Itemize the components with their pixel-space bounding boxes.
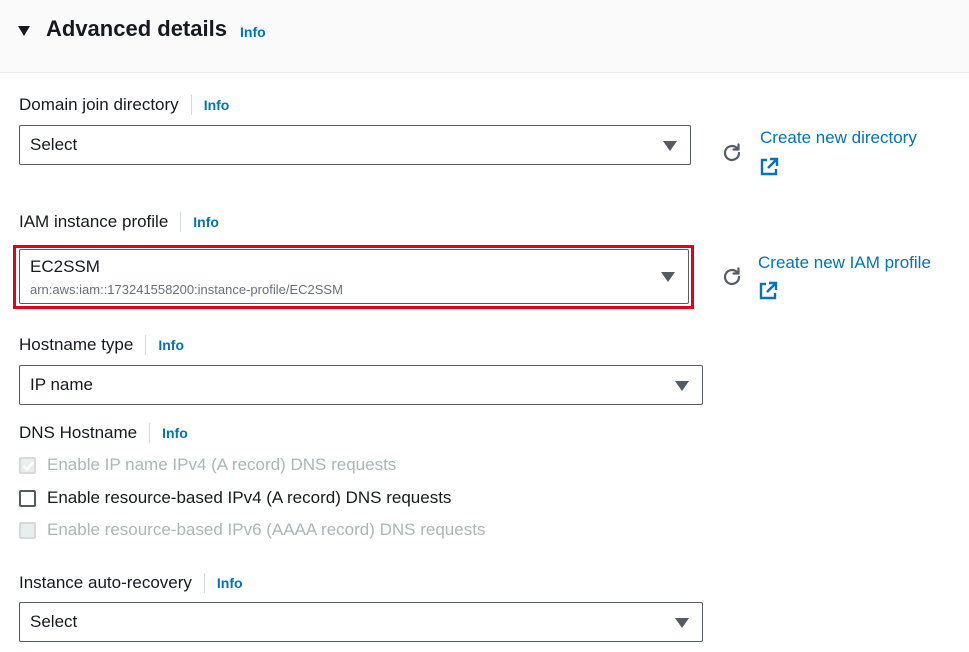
hostname-type-label: Hostname type Info [19, 335, 184, 355]
checkmark-icon [22, 460, 35, 471]
dropdown-arrow-icon [661, 272, 675, 282]
iam-profile-select[interactable]: EC2SSM arn:aws:iam::173241558200:instanc… [19, 249, 689, 304]
external-link-icon[interactable] [759, 157, 779, 177]
divider [203, 573, 205, 593]
divider [190, 95, 192, 115]
auto-recovery-label: Instance auto-recovery Info [19, 573, 243, 593]
iam-profile-label-text: IAM instance profile [19, 212, 169, 231]
create-iam-profile-link[interactable]: Create new IAM profile [758, 253, 931, 273]
checkbox-resource-ipv4[interactable]: Enable resource-based IPv4 (A record) DN… [19, 488, 451, 508]
divider [149, 423, 151, 443]
auto-recovery-value: Select [30, 612, 78, 631]
header-info-link[interactable]: Info [240, 24, 266, 40]
iam-profile-label: IAM instance profile Info [19, 212, 219, 232]
checkbox-label: Enable IP name IPv4 (A record) DNS reque… [47, 455, 397, 474]
checkbox-label: Enable resource-based IPv6 (AAAA record)… [47, 520, 486, 539]
section-title: Advanced details [46, 16, 227, 41]
hostname-type-select[interactable]: IP name [19, 365, 703, 405]
external-link-icon[interactable] [758, 281, 778, 301]
hostname-type-label-text: Hostname type [19, 335, 134, 354]
checkbox-unchecked[interactable] [19, 489, 36, 507]
iam-profile-value: EC2SSM [30, 257, 100, 276]
refresh-icon[interactable] [720, 141, 744, 165]
domain-join-label-text: Domain join directory [19, 95, 179, 114]
dropdown-arrow-icon [675, 381, 689, 391]
iam-profile-arn: arn:aws:iam::173241558200:instance-profi… [30, 282, 343, 297]
hostname-type-value: IP name [30, 375, 94, 394]
checkbox-disabled[interactable] [19, 521, 36, 539]
dns-hostname-label-text: DNS Hostname [19, 423, 138, 442]
domain-join-label: Domain join directory Info [19, 95, 229, 115]
dns-hostname-label: DNS Hostname Info [19, 423, 188, 443]
domain-join-select[interactable]: Select [19, 125, 691, 165]
auto-recovery-select[interactable]: Select [19, 602, 703, 642]
caret-down-icon[interactable] [18, 26, 30, 36]
divider [145, 335, 147, 355]
advanced-details-header[interactable]: Advanced details Info [0, 0, 969, 73]
refresh-icon[interactable] [720, 265, 744, 289]
checkbox-resource-ipv6[interactable]: Enable resource-based IPv6 (AAAA record)… [19, 520, 485, 540]
dns-hostname-info-link[interactable]: Info [162, 425, 188, 441]
divider [180, 212, 182, 232]
dropdown-arrow-icon [675, 618, 689, 628]
hostname-type-info-link[interactable]: Info [158, 337, 184, 353]
create-directory-link[interactable]: Create new directory [760, 128, 917, 148]
checkbox-ip-name-ipv4[interactable]: Enable IP name IPv4 (A record) DNS reque… [19, 455, 396, 475]
iam-profile-info-link[interactable]: Info [193, 214, 219, 230]
dropdown-arrow-icon [663, 141, 677, 151]
auto-recovery-info-link[interactable]: Info [217, 575, 243, 591]
domain-join-info-link[interactable]: Info [204, 97, 230, 113]
checkbox-label: Enable resource-based IPv4 (A record) DN… [47, 488, 452, 507]
domain-join-value: Select [30, 135, 78, 154]
checkbox-checked[interactable] [19, 456, 36, 474]
auto-recovery-label-text: Instance auto-recovery [19, 573, 192, 592]
